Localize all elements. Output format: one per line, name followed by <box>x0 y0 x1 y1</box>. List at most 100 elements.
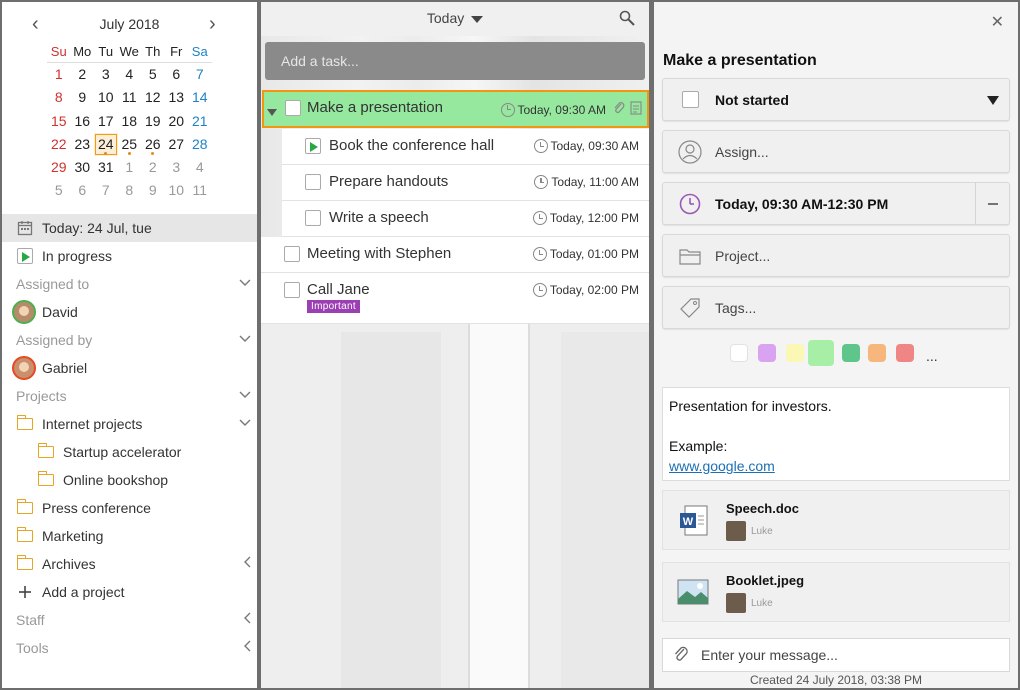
section-tools[interactable]: Tools <box>2 634 257 662</box>
collapse-triangle-icon[interactable] <box>267 104 277 120</box>
sidebar-item-archives[interactable]: Archives <box>2 550 257 578</box>
chevron-left-icon[interactable] <box>243 640 251 655</box>
calendar-day[interactable]: 9 <box>141 179 165 202</box>
close-icon[interactable]: ✕ <box>991 12 1004 32</box>
calendar-day[interactable]: 2 <box>141 156 165 179</box>
calendar-day[interactable]: 5 <box>141 63 165 86</box>
calendar-day[interactable]: 4 <box>188 156 212 179</box>
calendar-day[interactable]: 8 <box>47 86 71 109</box>
task-checkbox[interactable] <box>305 210 321 226</box>
calendar-day[interactable]: 10 <box>94 86 118 109</box>
calendar-day[interactable]: 6 <box>165 63 189 86</box>
calendar-day[interactable]: 7 <box>188 63 212 86</box>
calendar-day[interactable]: 10 <box>165 179 189 202</box>
sidebar-item-in-progress[interactable]: In progress <box>2 242 257 270</box>
calendar-day[interactable]: 4 <box>118 63 142 86</box>
task-row[interactable]: Write a speech Today, 12:00 PM <box>282 201 649 237</box>
tags-button[interactable]: Tags... <box>662 286 1010 329</box>
calendar-day[interactable]: 27 <box>165 133 189 156</box>
status-checkbox[interactable] <box>677 91 703 108</box>
paperclip-icon[interactable] <box>673 645 689 666</box>
calendar-day[interactable]: 6 <box>71 179 95 202</box>
color-swatch[interactable] <box>730 344 748 362</box>
sidebar-item-gabriel[interactable]: Gabriel <box>2 354 257 382</box>
calendar-day[interactable]: 30 <box>71 156 95 179</box>
message-input[interactable] <box>701 647 991 663</box>
sidebar-item-internet-projects[interactable]: Internet projects <box>2 410 257 438</box>
calendar-day[interactable]: 23 <box>71 133 95 156</box>
remove-time-button[interactable] <box>975 183 1009 224</box>
calendar-day[interactable]: 1 <box>118 156 142 179</box>
section-assigned-to[interactable]: Assigned to <box>2 270 257 298</box>
task-checkbox[interactable] <box>284 282 300 298</box>
add-project-button[interactable]: Add a project <box>2 578 257 606</box>
chevron-right-icon[interactable]: › <box>209 14 216 34</box>
task-checkbox[interactable] <box>305 174 321 190</box>
calendar-day[interactable]: 25 <box>118 133 142 156</box>
task-checkbox[interactable] <box>285 100 301 116</box>
calendar-day[interactable]: 12 <box>141 86 165 109</box>
calendar-day[interactable]: 2 <box>71 63 95 86</box>
calendar-day[interactable]: 22 <box>47 133 71 156</box>
task-row[interactable]: Meeting with Stephen Today, 01:00 PM <box>261 237 649 273</box>
calendar-day[interactable]: 1 <box>47 63 71 86</box>
color-swatch[interactable] <box>808 340 834 366</box>
attachment-item[interactable]: Booklet.jpeg Luke <box>662 562 1010 622</box>
notes-link[interactable]: www.google.com <box>669 458 775 474</box>
calendar-day[interactable]: 3 <box>165 156 189 179</box>
search-icon[interactable] <box>619 10 635 29</box>
sidebar-item-startup-accelerator[interactable]: Startup accelerator <box>2 438 257 466</box>
calendar-day[interactable]: 8 <box>118 179 142 202</box>
play-icon[interactable] <box>305 138 321 154</box>
chevron-left-icon[interactable] <box>243 612 251 627</box>
sidebar-item-marketing[interactable]: Marketing <box>2 522 257 550</box>
task-row-selected[interactable]: Make a presentation Today, 09:30 AM <box>262 90 649 128</box>
chevron-down-icon[interactable] <box>239 276 251 290</box>
calendar-day[interactable]: 21 <box>188 110 212 133</box>
calendar-day[interactable]: 11 <box>118 86 142 109</box>
task-row[interactable]: Book the conference hall Today, 09:30 AM <box>282 129 649 165</box>
calendar-day[interactable]: 9 <box>71 86 95 109</box>
calendar-day[interactable]: 5 <box>47 179 71 202</box>
task-row[interactable]: Call Jane Important Today, 02:00 PM <box>261 273 649 324</box>
sidebar-item-press-conference[interactable]: Press conference <box>2 494 257 522</box>
color-swatch[interactable] <box>842 344 860 362</box>
calendar-day[interactable]: 17 <box>94 110 118 133</box>
view-selector[interactable]: Today <box>261 10 649 27</box>
chevron-left-icon[interactable] <box>243 556 251 571</box>
calendar-day[interactable]: 28 <box>188 133 212 156</box>
color-swatch[interactable] <box>786 344 804 362</box>
task-checkbox[interactable] <box>284 246 300 262</box>
calendar-day[interactable]: 19 <box>141 110 165 133</box>
time-button[interactable]: Today, 09:30 AM-12:30 PM <box>662 182 1010 225</box>
calendar-day[interactable]: 29 <box>47 156 71 179</box>
calendar-day[interactable]: 15 <box>47 110 71 133</box>
sidebar-item-online-bookshop[interactable]: Online bookshop <box>2 466 257 494</box>
assign-button[interactable]: Assign... <box>662 130 1010 173</box>
calendar-day[interactable]: 16 <box>71 110 95 133</box>
attachment-item[interactable]: W Speech.doc Luke <box>662 490 1010 550</box>
project-button[interactable]: Project... <box>662 234 1010 277</box>
calendar-day[interactable]: 3 <box>94 63 118 86</box>
calendar-day[interactable]: 26 <box>141 133 165 156</box>
sidebar-item-david[interactable]: David <box>2 298 257 326</box>
calendar-day[interactable]: 20 <box>165 110 189 133</box>
notes-area[interactable]: Presentation for investors. Example: www… <box>662 387 1010 481</box>
calendar-day[interactable]: 11 <box>188 179 212 202</box>
status-dropdown[interactable]: Not started <box>662 78 1010 121</box>
calendar-day[interactable]: 14 <box>188 86 212 109</box>
add-task-input[interactable]: Add a task... <box>265 42 645 80</box>
calendar-day-today[interactable]: 24 <box>94 132 118 156</box>
task-row[interactable]: Prepare handouts Today, 11:00 AM <box>282 165 649 201</box>
more-colors-button[interactable]: ... <box>926 348 938 364</box>
color-swatch[interactable] <box>868 344 886 362</box>
color-swatch[interactable] <box>758 344 776 362</box>
section-staff[interactable]: Staff <box>2 606 257 634</box>
color-swatch[interactable] <box>896 344 914 362</box>
section-assigned-by[interactable]: Assigned by <box>2 326 257 354</box>
sidebar-item-today[interactable]: Today: 24 Jul, tue <box>2 214 257 242</box>
calendar-day[interactable]: 13 <box>165 86 189 109</box>
chevron-down-icon[interactable] <box>239 416 251 430</box>
calendar-day[interactable]: 31 <box>94 156 118 179</box>
chevron-down-icon[interactable] <box>239 332 251 346</box>
